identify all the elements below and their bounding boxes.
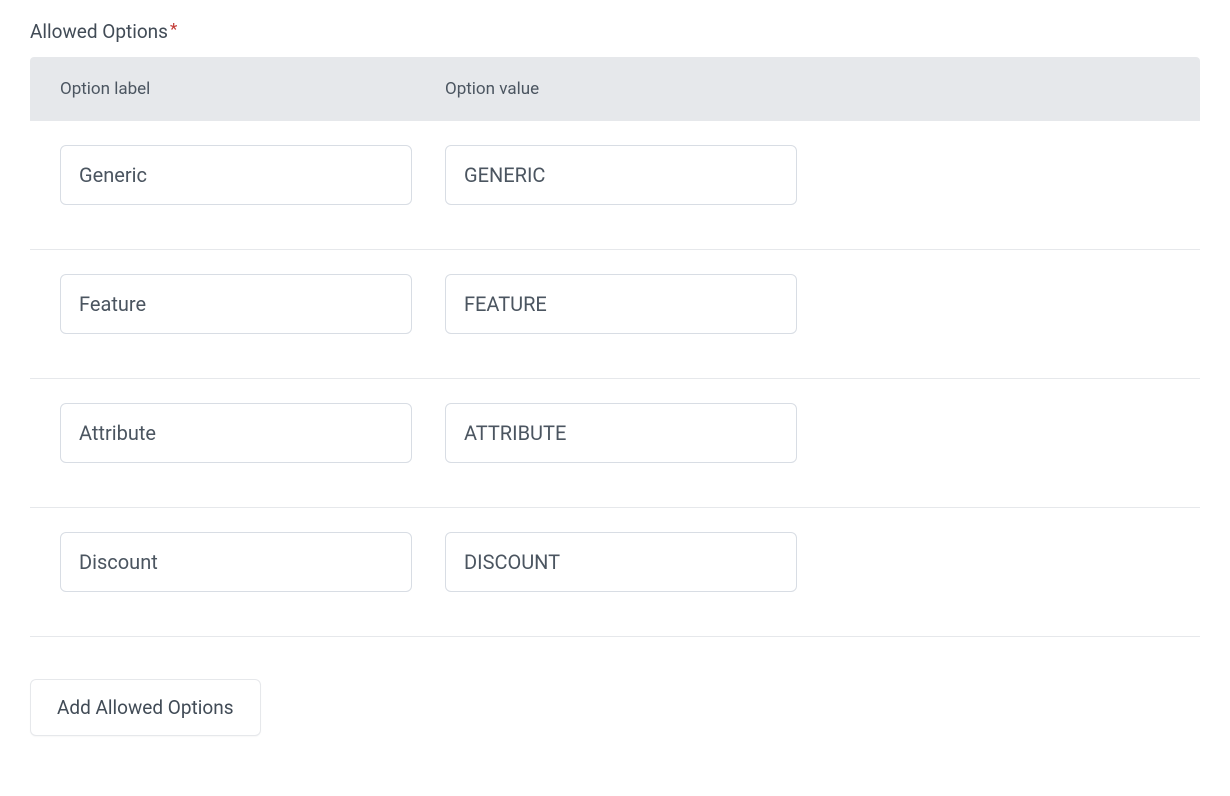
section-title: Allowed Options* bbox=[30, 20, 1200, 43]
option-row bbox=[30, 508, 1200, 637]
option-label-input[interactable] bbox=[60, 274, 412, 334]
header-option-value: Option value bbox=[445, 79, 1170, 99]
option-row bbox=[30, 379, 1200, 508]
add-button-container: Add Allowed Options bbox=[30, 637, 1200, 736]
allowed-options-table: Option label Option value bbox=[30, 57, 1200, 637]
option-row bbox=[30, 250, 1200, 379]
option-row bbox=[30, 121, 1200, 250]
header-option-label: Option label bbox=[60, 79, 445, 99]
option-label-input[interactable] bbox=[60, 145, 412, 205]
option-label-input[interactable] bbox=[60, 532, 412, 592]
table-body bbox=[30, 121, 1200, 637]
add-allowed-options-button[interactable]: Add Allowed Options bbox=[30, 679, 261, 736]
option-value-input[interactable] bbox=[445, 403, 797, 463]
required-asterisk: * bbox=[170, 20, 177, 40]
table-header: Option label Option value bbox=[30, 57, 1200, 121]
option-value-input[interactable] bbox=[445, 532, 797, 592]
option-value-input[interactable] bbox=[445, 145, 797, 205]
section-title-text: Allowed Options bbox=[30, 20, 168, 43]
option-value-input[interactable] bbox=[445, 274, 797, 334]
option-label-input[interactable] bbox=[60, 403, 412, 463]
